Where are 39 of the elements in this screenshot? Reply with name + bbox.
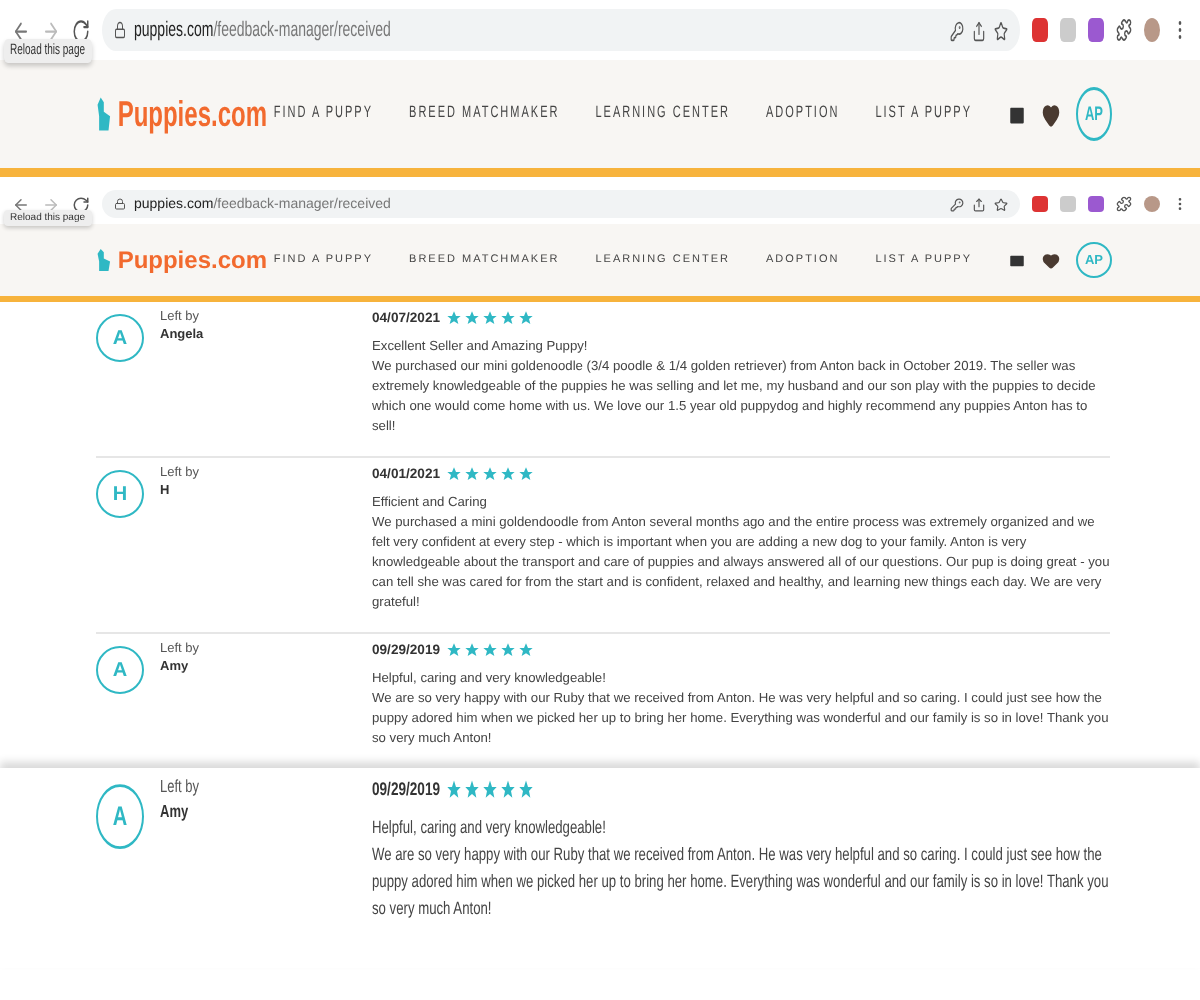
nav-link[interactable]: BREED MATCHMAKER	[409, 105, 560, 123]
star-icon	[518, 778, 535, 801]
share-icon[interactable]	[972, 19, 986, 41]
review-text: We are so very happy with our Ruby that we received from Anton. He was very helpful and so caring. I could just see how the puppy adored him when we picked her up to bring her home. Everything was wonderful and our family is so in love! Thank you so very much Anton!	[372, 844, 1110, 924]
heart-icon[interactable]	[1042, 100, 1060, 128]
key-icon[interactable]	[950, 197, 964, 211]
avatar: H	[96, 470, 144, 518]
star-icon	[464, 778, 481, 801]
lock-icon	[114, 198, 126, 210]
reload-icon[interactable]	[72, 16, 90, 44]
profile-icon[interactable]	[1144, 196, 1160, 212]
star-icon	[482, 778, 499, 801]
review-title: Helpful, caring and very knowledgeable!	[372, 817, 608, 843]
star-icon	[446, 778, 463, 801]
left-by-label: Left by	[160, 778, 202, 798]
author-name: Amy	[160, 803, 191, 822]
puzzle-icon[interactable]	[1116, 18, 1132, 42]
avatar: A	[96, 314, 144, 362]
star-icon[interactable]	[994, 19, 1008, 41]
back-icon[interactable]	[12, 195, 30, 213]
extension-icon[interactable]	[1088, 18, 1104, 42]
lock-icon	[114, 21, 126, 39]
share-icon[interactable]	[972, 197, 986, 211]
nav-link[interactable]: LEARNING CENTER	[595, 105, 730, 123]
nav-link[interactable]: FIND A PUPPY	[273, 105, 374, 123]
key-icon[interactable]	[950, 19, 964, 41]
heart-icon[interactable]	[1042, 251, 1060, 269]
nav-link[interactable]: LIST A PUPPY	[875, 105, 972, 123]
address-bar[interactable]: puppies.com/feedback-manager/received	[102, 9, 1020, 51]
avatar: A	[96, 646, 144, 694]
nav-link[interactable]: ADOPTION	[765, 105, 840, 123]
extension-icon[interactable]	[1032, 18, 1048, 42]
profile-icon[interactable]	[1144, 18, 1160, 42]
reload-icon[interactable]	[72, 195, 90, 213]
avatar: A	[96, 784, 144, 849]
review-date: 09/29/2019	[372, 780, 441, 800]
star-icon	[500, 778, 517, 801]
star-icon[interactable]	[994, 197, 1008, 211]
puzzle-icon[interactable]	[1116, 196, 1132, 212]
